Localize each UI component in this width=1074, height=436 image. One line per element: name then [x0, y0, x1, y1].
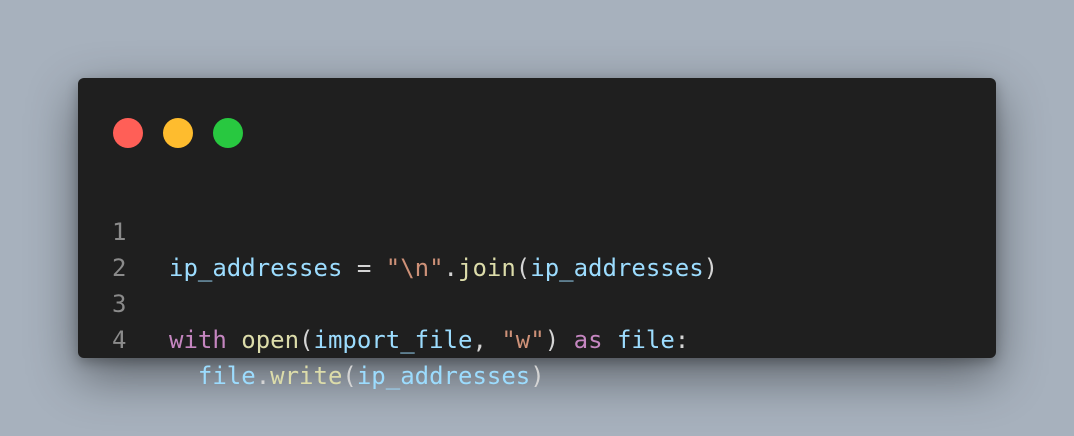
code-line: 1 ip_addresses = "\n".join(ip_addresses) — [78, 178, 996, 282]
code-token: open — [241, 326, 300, 354]
code-token: : — [674, 326, 690, 354]
code-token: file — [197, 362, 256, 390]
line-content: file.write(ip_addresses) — [169, 358, 545, 394]
code-token: ( — [342, 362, 357, 390]
code-token: write — [270, 362, 343, 390]
code-token: ) — [530, 362, 545, 390]
code-token: , — [472, 326, 502, 354]
code-token: ip_addresses — [356, 362, 531, 390]
code-line: 4 file.write(ip_addresses) — [78, 286, 996, 390]
code-token: ) — [544, 326, 574, 354]
code-token: "w" — [501, 326, 545, 354]
code-token: file — [616, 326, 675, 354]
maximize-button[interactable] — [213, 118, 243, 148]
code-block[interactable]: 1 ip_addresses = "\n".join(ip_addresses)… — [78, 178, 996, 390]
code-line: 2 — [78, 214, 996, 282]
code-window: 1 ip_addresses = "\n".join(ip_addresses)… — [78, 78, 996, 390]
line-content: with open(import_file, "w") as file: — [169, 322, 689, 358]
code-token: ( — [299, 326, 314, 354]
close-button[interactable] — [113, 118, 143, 148]
line-number: 4 — [112, 326, 127, 354]
minimize-button[interactable] — [163, 118, 193, 148]
code-token: as — [573, 326, 603, 354]
code-token: import_file — [313, 326, 473, 354]
code-token: with — [169, 326, 227, 354]
code-token: . — [255, 362, 271, 390]
window-controls — [113, 118, 243, 148]
code-line: 3 with open(import_file, "w") as file: — [78, 250, 996, 354]
